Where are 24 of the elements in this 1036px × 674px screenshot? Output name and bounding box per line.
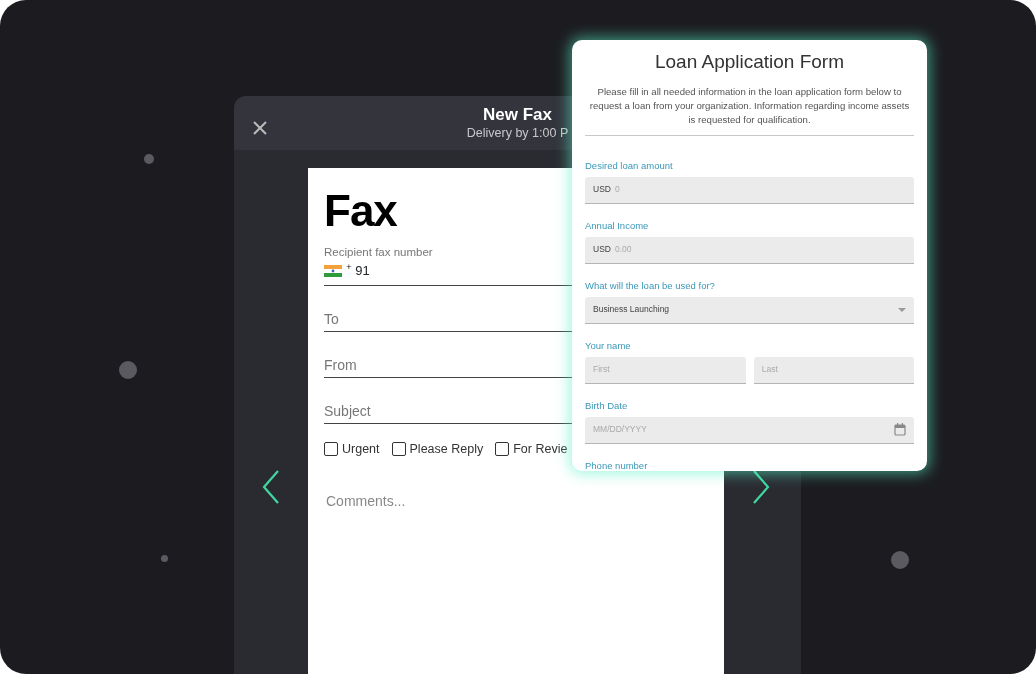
checkbox[interactable]: Please Reply xyxy=(391,439,484,459)
field-label: Phone number xyxy=(585,459,649,471)
close-icon[interactable] xyxy=(252,119,268,136)
fax-heading: Fax xyxy=(324,186,397,236)
country-code: $^{+}$ 91 xyxy=(346,261,370,281)
background-dot xyxy=(891,551,909,569)
background-dot xyxy=(119,361,137,379)
dialog-title: New Fax xyxy=(483,105,552,125)
select-field[interactable]: Business Launching xyxy=(585,296,914,324)
delivery-time: Delivery by 1:00 P xyxy=(466,125,569,141)
form-title: Loan Application Form xyxy=(653,50,846,74)
checkbox[interactable]: Urgent xyxy=(324,439,380,459)
calendar-icon[interactable] xyxy=(894,423,906,436)
checkbox[interactable]: For Revie xyxy=(495,439,568,459)
field-label: Annual Income xyxy=(585,219,650,232)
field-label: Recipient fax number xyxy=(324,245,433,260)
background-dot xyxy=(144,154,154,164)
field-label: Your name xyxy=(585,339,632,352)
background-dot xyxy=(161,555,168,562)
flag-icon xyxy=(324,265,342,277)
dropdown-caret-icon xyxy=(898,307,906,312)
field-label: Birth Date xyxy=(585,399,629,412)
form-description: Please fill in all needed information in the loan application form below to request a loan from your organization. Information regarding income assets is requested for qualification. xyxy=(588,84,911,127)
field-label: Desired loan amount xyxy=(585,159,674,172)
